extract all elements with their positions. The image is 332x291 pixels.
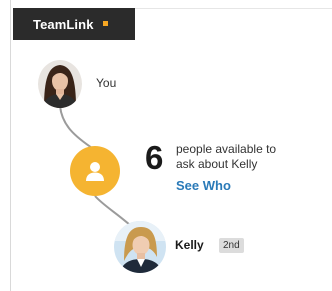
person-icon bbox=[86, 162, 104, 181]
description-line-2: ask about Kelly bbox=[176, 157, 258, 171]
availability-description: people available to ask about Kelly bbox=[176, 142, 316, 172]
target-name[interactable]: Kelly bbox=[175, 238, 204, 252]
connection-degree-badge: 2nd bbox=[219, 238, 244, 253]
you-avatar[interactable] bbox=[38, 60, 82, 108]
colleagues-hub[interactable] bbox=[70, 146, 120, 196]
you-label: You bbox=[96, 76, 117, 90]
teamlink-card: TeamLink You 6 people available to ask a… bbox=[0, 0, 332, 291]
kelly-avatar[interactable] bbox=[114, 221, 166, 273]
see-who-link[interactable]: See Who bbox=[176, 178, 231, 193]
available-count: 6 bbox=[145, 139, 164, 176]
description-line-1: people available to bbox=[176, 142, 277, 156]
